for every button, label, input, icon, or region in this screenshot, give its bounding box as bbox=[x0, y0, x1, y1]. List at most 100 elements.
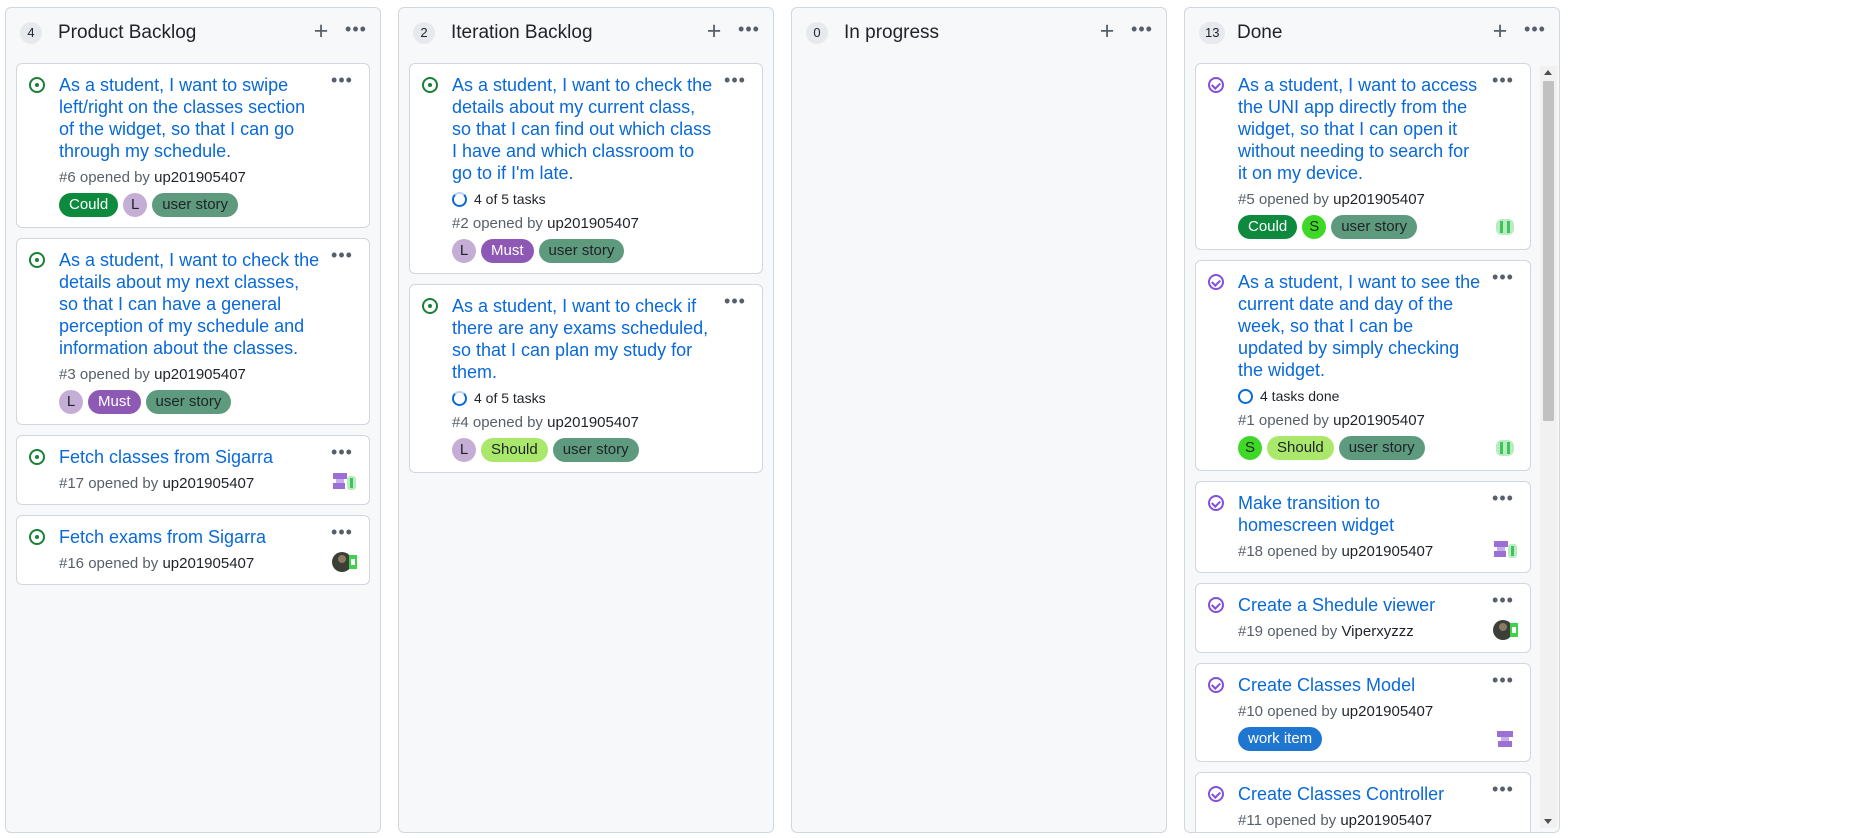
issue-author-link[interactable]: up201905407 bbox=[1340, 812, 1432, 829]
card-menu-icon[interactable]: ••• bbox=[1490, 489, 1516, 510]
issue-open-icon bbox=[29, 529, 45, 545]
scrollbar-thumb[interactable] bbox=[1543, 81, 1554, 421]
issue-label[interactable]: Should bbox=[1267, 436, 1334, 460]
issue-label[interactable]: S bbox=[1302, 215, 1327, 239]
issue-title-link[interactable]: As a student, I want to swipe left/right… bbox=[59, 74, 321, 162]
card-menu-icon[interactable]: ••• bbox=[1490, 671, 1516, 692]
assignee-avatar[interactable] bbox=[1492, 436, 1518, 460]
issue-meta: #10 opened by up201905407 bbox=[1238, 702, 1482, 722]
issue-label[interactable]: user story bbox=[145, 390, 232, 414]
issue-label[interactable]: Must bbox=[88, 390, 141, 414]
card-menu-icon[interactable]: ••• bbox=[1490, 268, 1516, 289]
column-menu-icon[interactable]: ••• bbox=[1128, 18, 1156, 44]
issue-author-link[interactable]: up201905407 bbox=[547, 414, 639, 431]
add-item-icon[interactable]: + bbox=[1489, 18, 1511, 44]
issue-card[interactable]: As a student, I want to check the detail… bbox=[409, 63, 763, 274]
issue-title-link[interactable]: Make transition to homescreen widget bbox=[1238, 492, 1482, 536]
issue-label[interactable]: user story bbox=[1338, 436, 1425, 460]
label-list: S Should user story bbox=[1238, 436, 1482, 460]
issue-label[interactable]: L bbox=[452, 239, 476, 263]
assignee-avatar[interactable] bbox=[1492, 538, 1518, 562]
column-menu-icon[interactable]: ••• bbox=[735, 18, 763, 44]
card-menu-icon[interactable]: ••• bbox=[1490, 780, 1516, 801]
issue-label[interactable]: user story bbox=[538, 239, 625, 263]
issue-author-link[interactable]: up201905407 bbox=[1333, 412, 1425, 429]
issue-number: #17 bbox=[59, 475, 85, 492]
assignee-avatar[interactable] bbox=[331, 550, 357, 574]
issue-author-link[interactable]: up201905407 bbox=[1341, 703, 1433, 720]
issue-author-link[interactable]: up201905407 bbox=[154, 169, 246, 186]
issue-author-link[interactable]: up201905407 bbox=[1333, 191, 1425, 208]
issue-label[interactable]: S bbox=[1238, 436, 1262, 460]
issue-label[interactable]: Could bbox=[1238, 215, 1298, 239]
issue-author-link[interactable]: Viperxyzzz bbox=[1341, 623, 1413, 640]
card-menu-icon[interactable]: ••• bbox=[329, 246, 355, 267]
issue-card[interactable]: As a student, I want to check if there a… bbox=[409, 284, 763, 473]
issue-title-link[interactable]: Create Classes Model bbox=[1238, 674, 1482, 696]
issue-author-link[interactable]: up201905407 bbox=[547, 215, 639, 232]
add-item-icon[interactable]: + bbox=[310, 18, 332, 44]
card-menu-icon[interactable]: ••• bbox=[722, 292, 748, 313]
issue-label[interactable]: Must bbox=[481, 239, 534, 263]
issue-author-link[interactable]: up201905407 bbox=[162, 555, 254, 572]
issue-label[interactable]: Should bbox=[481, 438, 548, 462]
issue-label[interactable]: user story bbox=[552, 438, 639, 462]
column-in-progress: 0 In progress + ••• bbox=[791, 7, 1167, 833]
issue-title-link[interactable]: Create a Shedule viewer bbox=[1238, 594, 1482, 616]
assignee-avatar[interactable] bbox=[1492, 215, 1518, 239]
scroll-down-arrow-icon[interactable] bbox=[1544, 819, 1552, 824]
issue-title-link[interactable]: As a student, I want to check the detail… bbox=[452, 74, 714, 184]
issue-card[interactable]: As a student, I want to access the UNI a… bbox=[1195, 63, 1531, 250]
issue-card[interactable]: Fetch exams from Sigarra #16 opened by up… bbox=[16, 515, 370, 585]
issue-title-link[interactable]: As a student, I want to access the UNI a… bbox=[1238, 74, 1482, 184]
assignee-avatar[interactable] bbox=[1492, 727, 1518, 751]
issue-title-link[interactable]: Fetch exams from Sigarra bbox=[59, 526, 321, 548]
column-menu-icon[interactable]: ••• bbox=[342, 18, 370, 44]
issue-card[interactable]: As a student, I want to check the detail… bbox=[16, 238, 370, 425]
issue-label[interactable]: user story bbox=[1331, 215, 1418, 239]
issue-label[interactable]: Could bbox=[59, 193, 119, 217]
issue-meta: #1 opened by up201905407 bbox=[1238, 411, 1482, 431]
column-menu-icon[interactable]: ••• bbox=[1521, 18, 1549, 44]
issue-card[interactable]: As a student, I want to swipe left/right… bbox=[16, 63, 370, 228]
issue-number: #5 bbox=[1238, 191, 1255, 208]
issue-card[interactable]: Fetch classes from Sigarra #17 opened by … bbox=[16, 435, 370, 505]
column-count-badge: 13 bbox=[1199, 22, 1226, 44]
issue-card[interactable]: Create a Shedule viewer #19 opened by Vip… bbox=[1195, 583, 1531, 653]
issue-title-link[interactable]: As a student, I want to check if there a… bbox=[452, 295, 714, 383]
issue-title-link[interactable]: Create Classes Controller bbox=[1238, 783, 1482, 805]
issue-title-link[interactable]: Fetch classes from Sigarra bbox=[59, 446, 321, 468]
card-menu-icon[interactable]: ••• bbox=[329, 443, 355, 464]
card-menu-icon[interactable]: ••• bbox=[1490, 71, 1516, 92]
issue-card[interactable]: As a student, I want to see the current … bbox=[1195, 260, 1531, 471]
issue-title-link[interactable]: As a student, I want to see the current … bbox=[1238, 271, 1482, 381]
issue-label[interactable]: L bbox=[452, 438, 476, 462]
scroll-up-arrow-icon[interactable] bbox=[1544, 70, 1552, 75]
card-menu-icon[interactable]: ••• bbox=[722, 71, 748, 92]
issue-label[interactable]: L bbox=[59, 390, 83, 414]
assignee-avatar[interactable] bbox=[331, 470, 357, 494]
issue-label[interactable]: work item bbox=[1238, 727, 1323, 751]
issue-author-link[interactable]: up201905407 bbox=[154, 366, 246, 383]
issue-number: #10 bbox=[1238, 703, 1264, 720]
label-list: Could Luser story bbox=[59, 193, 321, 217]
issue-card[interactable]: Create Classes Model #10 opened by up2019… bbox=[1195, 663, 1531, 762]
issue-label[interactable]: user story bbox=[152, 193, 239, 217]
issue-author-link[interactable]: up201905407 bbox=[1341, 543, 1433, 560]
card-menu-icon[interactable]: ••• bbox=[329, 523, 355, 544]
issue-meta: #2 opened by up201905407 bbox=[452, 214, 714, 234]
column-count-badge: 4 bbox=[20, 22, 42, 44]
assignee-avatar[interactable] bbox=[1492, 618, 1518, 642]
issue-title-link[interactable]: As a student, I want to check the detail… bbox=[59, 249, 321, 359]
add-item-icon[interactable]: + bbox=[703, 18, 725, 44]
issue-card[interactable]: Make transition to homescreen widget #18 … bbox=[1195, 481, 1531, 573]
add-item-icon[interactable]: + bbox=[1096, 18, 1118, 44]
card-menu-icon[interactable]: ••• bbox=[329, 71, 355, 92]
issue-author-link[interactable]: up201905407 bbox=[162, 475, 254, 492]
card-menu-icon[interactable]: ••• bbox=[1490, 591, 1516, 612]
column-scrollbar[interactable] bbox=[1540, 66, 1557, 828]
issue-card[interactable]: Create Classes Controller #11 opened by u… bbox=[1195, 772, 1531, 832]
issue-open-icon bbox=[422, 77, 438, 93]
issue-label[interactable]: L bbox=[123, 193, 148, 217]
issue-meta: #4 opened by up201905407 bbox=[452, 413, 714, 433]
